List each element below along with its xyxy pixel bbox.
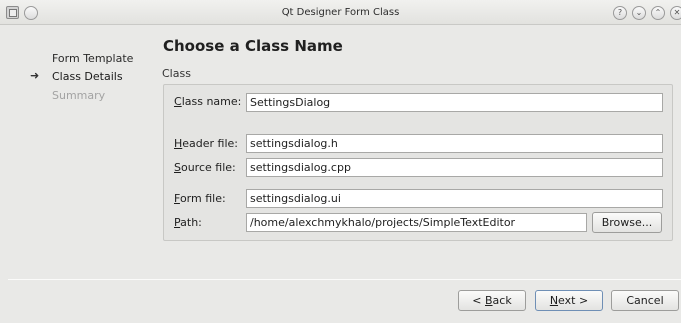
header-file-label: Header file: [174,137,238,150]
step-label: Class Details [52,70,123,83]
step-label: Summary [52,89,106,102]
title-bar: Qt Designer Form Class ? ⌄ ⌃ ✕ [0,0,681,25]
help-icon[interactable]: ? [613,6,627,20]
class-name-label: Class name: [174,95,241,108]
back-label: ack [492,294,512,307]
page-title: Choose a Class Name [163,37,343,55]
browse-button[interactable]: Browse... [592,212,662,233]
close-icon[interactable]: ✕ [670,6,681,20]
class-groupbox: Class name: SettingsDialog Header file: … [163,84,673,241]
header-file-input[interactable]: settingsdialog.h [246,134,663,153]
source-file-input[interactable]: settingsdialog.cpp [246,158,663,177]
source-file-label-text: ource file: [180,161,236,174]
maximize-icon[interactable]: ⌃ [651,6,665,20]
cancel-button[interactable]: Cancel [611,290,679,311]
class-name-mnemonic: C [174,95,182,108]
back-prefix: < [472,294,485,307]
source-file-label: Source file: [174,161,236,174]
window-title: Qt Designer Form Class [281,7,400,18]
minimize-icon[interactable]: ⌄ [632,6,646,20]
class-name-input[interactable]: SettingsDialog [246,93,663,112]
button-separator [8,279,681,280]
back-mnemonic: B [485,294,493,307]
path-label: Path: [174,216,202,229]
header-file-label-text: eader file: [182,137,239,150]
step-label: Form Template [52,52,134,65]
next-label: ext > [558,294,589,307]
class-name-label-text: lass name: [181,95,242,108]
next-button[interactable]: Next > [535,290,603,311]
current-step-arrow-icon: ➜ [30,69,40,82]
form-file-label: Form file: [174,192,226,205]
form-file-label-text: orm file: [179,192,226,205]
next-mnemonic: N [549,294,559,307]
group-title: Class [162,67,191,80]
path-input[interactable]: /home/alexchmykhalo/projects/SimpleTextE… [246,213,587,232]
source-file-mnemonic: S [174,161,181,174]
back-button[interactable]: < Back [458,290,526,311]
form-file-input[interactable]: settingsdialog.ui [246,189,663,208]
path-label-text: ath: [180,216,202,229]
